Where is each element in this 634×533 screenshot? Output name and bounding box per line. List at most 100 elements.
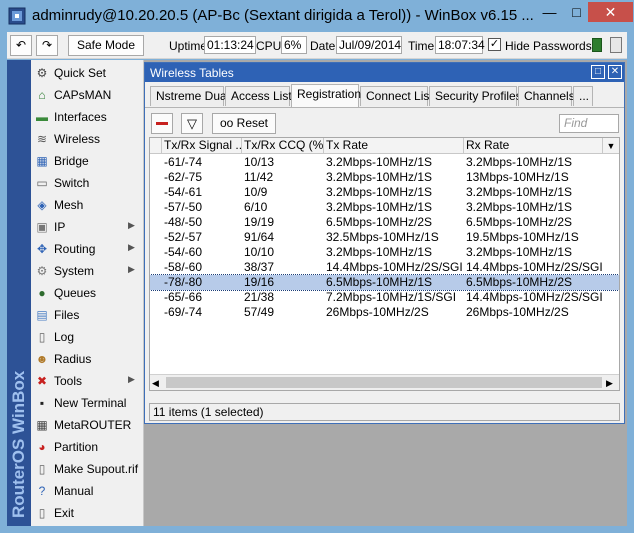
table-row[interactable]: -62/-75 11/42 3.2Mbps-10MHz/1S 13Mbps-10MHz… xyxy=(150,170,619,185)
safe-mode-button[interactable]: Safe Mode xyxy=(68,35,144,56)
sidebar-item-tools[interactable]: ✖ Tools ▶ xyxy=(31,370,144,392)
hide-passwords-checkbox[interactable]: ✓ xyxy=(488,38,501,51)
reset-button[interactable]: oo Reset xyxy=(212,113,276,134)
undo-button[interactable]: ↶ xyxy=(10,35,32,56)
sidebar-item-switch[interactable]: ▭ Switch xyxy=(31,172,144,194)
brand-text: RouterOS WinBox xyxy=(9,370,28,518)
sidebar-item-label: Switch xyxy=(54,176,90,190)
tab-channels[interactable]: Channels xyxy=(518,86,575,106)
sidebar-item-radius[interactable]: ☻ Radius xyxy=(31,348,144,370)
tab-connect-list[interactable]: Connect List xyxy=(360,86,433,106)
maximize-button[interactable]: □ xyxy=(563,2,590,22)
table-cell: 14.4Mbps-10MHz/2S/SGI xyxy=(326,260,463,274)
submenu-arrow-icon: ▶ xyxy=(128,264,135,274)
title-bar: adminrudy@10.20.20.5 (AP-Bc (Sextant dir… xyxy=(0,0,634,32)
tab-access-list[interactable]: Access List xyxy=(225,86,292,106)
sidebar-item-files[interactable]: ▤ Files xyxy=(31,304,144,326)
table-row[interactable]: -54/-60 10/10 3.2Mbps-10MHz/1S 3.2Mbps-10MH… xyxy=(150,245,619,260)
uptime-value: 01:13:24 xyxy=(204,36,256,54)
table-row[interactable]: -54/-61 10/9 3.2Mbps-10MHz/1S 3.2Mbps-10MHz… xyxy=(150,185,619,200)
sidebar-item-wireless[interactable]: ≋ Wireless xyxy=(31,128,144,150)
date-label: Date: xyxy=(310,39,339,53)
sidebar-item-terminal[interactable]: ▪ New Terminal xyxy=(31,392,144,414)
sidebar-item-bridge[interactable]: ▦ Bridge xyxy=(31,150,144,172)
table-cell: 11/42 xyxy=(244,170,274,184)
sidebar-item-ip[interactable]: ▣ IP ▶ xyxy=(31,216,144,238)
column-header[interactable]: Tx Rate xyxy=(324,138,464,154)
scroll-left-icon[interactable]: ◀ xyxy=(152,378,159,389)
table-cell: 6/10 xyxy=(244,200,268,214)
table-cell: 3.2Mbps-10MHz/1S xyxy=(466,185,573,199)
sidebar-item-label: Interfaces xyxy=(54,110,107,124)
system-icon: ⚙ xyxy=(36,264,48,278)
close-window-button[interactable]: ✕ xyxy=(608,65,622,79)
table-row[interactable]: -48/-50 19/19 6.5Mbps-10MHz/2S 6.5Mbps-10MH… xyxy=(150,215,619,230)
sidebar-item-system[interactable]: ⚙ System ▶ xyxy=(31,260,144,282)
sidebar-item-routing[interactable]: ✥ Routing ▶ xyxy=(31,238,144,260)
tab-more[interactable]: ... xyxy=(573,86,593,106)
column-chooser-icon[interactable]: ▼ xyxy=(603,138,619,154)
sidebar-item-capsman[interactable]: ⌂ CAPsMAN xyxy=(31,84,144,106)
bridge-icon: ▦ xyxy=(36,154,48,168)
table-row[interactable]: -57/-50 6/10 3.2Mbps-10MHz/1S 3.2Mbps-10MHz… xyxy=(150,200,619,215)
table-cell: 19/16 xyxy=(244,275,275,289)
wireless-tables-titlebar: Wireless Tables □ ✕ xyxy=(145,63,624,82)
sidebar-item-queues[interactable]: ● Queues xyxy=(31,282,144,304)
submenu-arrow-icon: ▶ xyxy=(128,242,135,252)
manual-icon: ? xyxy=(38,484,46,498)
sidebar-item-interfaces[interactable]: ▬ Interfaces xyxy=(31,106,144,128)
minimize-button[interactable]: — xyxy=(536,2,563,22)
table-cell: 57/49 xyxy=(244,305,275,319)
table-cell: 3.2Mbps-10MHz/1S xyxy=(326,245,433,259)
sidebar-item-exit[interactable]: ▯ Exit xyxy=(31,502,144,524)
horizontal-scrollbar[interactable]: ◀ ▶ xyxy=(150,374,619,390)
table-cell: -62/-75 xyxy=(164,170,203,184)
sidebar-item-label: Bridge xyxy=(54,154,89,168)
sidebar-item-log[interactable]: ▯ Log xyxy=(31,326,144,348)
scroll-right-icon[interactable]: ▶ xyxy=(606,378,613,389)
sidebar-item-label: New Terminal xyxy=(54,396,127,410)
sidebar-item-supout[interactable]: ▯ Make Supout.rif xyxy=(31,458,144,480)
table-cell: -58/-60 xyxy=(164,260,203,274)
table-cell: 3.2Mbps-10MHz/1S xyxy=(326,185,433,199)
table-cell: -65/-66 xyxy=(164,290,203,304)
sidebar-item-quick-set[interactable]: ⚙ Quick Set xyxy=(31,62,144,84)
winbox-app-icon xyxy=(8,7,26,25)
table-cell: 10/9 xyxy=(244,185,268,199)
column-header[interactable]: Rx Rate xyxy=(464,138,603,154)
sidebar-item-label: Radius xyxy=(54,352,92,366)
switch-icon: ▭ xyxy=(36,176,48,190)
table-cell: -54/-61 xyxy=(164,185,203,199)
table-cell: 3.2Mbps-10MHz/1S xyxy=(466,200,573,214)
table-cell: -69/-74 xyxy=(164,305,203,319)
table-cell: 3.2Mbps-10MHz/1S xyxy=(326,170,433,184)
tab-security-profiles[interactable]: Security Profiles xyxy=(429,86,522,106)
scroll-thumb[interactable] xyxy=(166,377,602,388)
remove-button[interactable] xyxy=(151,113,173,134)
find-input[interactable]: Find xyxy=(559,114,619,133)
table-row[interactable]: -78/-80 19/16 6.5Mbps-10MHz/1S 6.5Mbps-10MH… xyxy=(150,274,619,291)
column-header[interactable]: Tx/Rx Signal ... xyxy=(162,138,242,154)
tab-registration[interactable]: Registration xyxy=(291,84,361,107)
sidebar-item-partition[interactable]: ◕ Partition xyxy=(31,436,144,458)
table-header: ▼ Tx/Rx Signal ... Tx/Rx CCQ (%) Tx Rate Rx… xyxy=(150,138,619,154)
tab-nstreme-dual[interactable]: Nstreme Dual xyxy=(150,86,229,106)
table-row[interactable]: -61/-74 10/13 3.2Mbps-10MHz/1S 3.2Mbps-10MH… xyxy=(150,155,619,170)
window-grid-icon[interactable] xyxy=(610,37,622,53)
redo-button[interactable]: ↷ xyxy=(36,35,58,56)
capsman-icon: ⌂ xyxy=(38,88,46,102)
sidebar-item-label: System xyxy=(54,264,95,278)
table-row[interactable]: -58/-60 38/37 14.4Mbps-10MHz/2S/SGI 14.4Mbp… xyxy=(150,260,619,275)
time-value: 18:07:34 xyxy=(435,36,485,54)
sidebar-item-manual[interactable]: ? Manual xyxy=(31,480,144,502)
files-icon: ▤ xyxy=(36,308,48,322)
table-row[interactable]: -65/-66 21/38 7.2Mbps-10MHz/1S/SGI 14.4Mbps… xyxy=(150,290,619,305)
filter-button[interactable]: ▽ xyxy=(181,113,203,134)
table-row[interactable]: -52/-57 91/64 32.5Mbps-10MHz/1S 19.5Mbps-10… xyxy=(150,230,619,245)
sidebar-item-metarouter[interactable]: ▦ MetaROUTER xyxy=(31,414,144,436)
column-header[interactable]: Tx/Rx CCQ (%) xyxy=(242,138,324,154)
sidebar-item-mesh[interactable]: ◈ Mesh xyxy=(31,194,144,216)
close-button[interactable]: ✕ xyxy=(588,2,633,22)
table-row[interactable]: -69/-74 57/49 26Mbps-10MHz/2S 26Mbps-10MHz/… xyxy=(150,305,619,320)
restore-window-button[interactable]: □ xyxy=(591,65,605,79)
